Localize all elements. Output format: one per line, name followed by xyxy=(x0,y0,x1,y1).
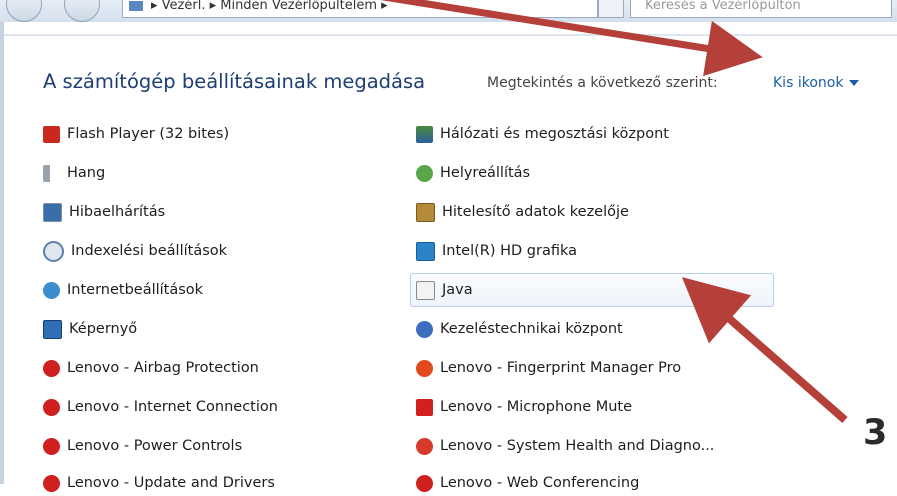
arrow-to-view-selector xyxy=(380,0,763,77)
step-number: 3 xyxy=(863,413,888,453)
annotation-arrows xyxy=(380,0,848,424)
arrow-to-java xyxy=(681,277,848,424)
